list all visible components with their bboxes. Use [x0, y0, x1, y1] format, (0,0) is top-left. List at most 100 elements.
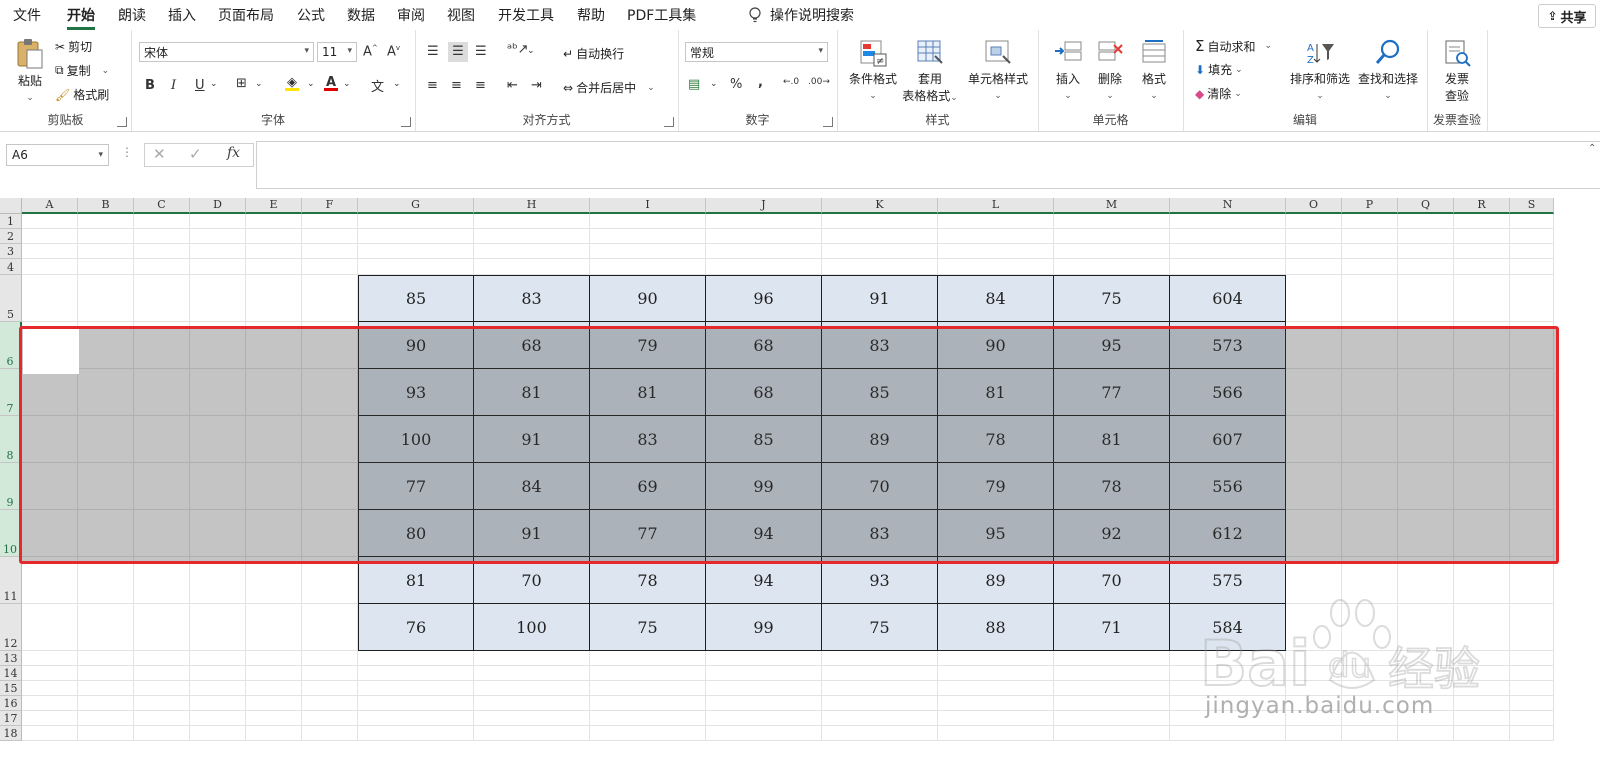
font-size-dropdown[interactable]: 11 ▾	[317, 42, 357, 62]
column-header-R[interactable]: R	[1454, 198, 1510, 214]
column-header-O[interactable]: O	[1286, 198, 1342, 214]
phonetic-icon[interactable]: 文	[371, 76, 384, 95]
row-header-2[interactable]: 2	[0, 229, 22, 244]
column-header-G[interactable]: G	[358, 198, 474, 214]
chevron-down-icon[interactable]: ⌄	[393, 79, 401, 89]
increase-decimal-icon[interactable]: ←.0	[783, 77, 799, 87]
table-cell[interactable]: 99	[706, 604, 822, 651]
row-header-18[interactable]: 18	[0, 726, 22, 741]
formula-bar-handle-icon[interactable]: ⋮	[121, 145, 133, 159]
table-cell[interactable]: 90	[590, 275, 706, 322]
autosum-button[interactable]: Σ 自动求和 ⌄	[1195, 37, 1272, 55]
align-bottom-icon[interactable]: ☰	[475, 44, 487, 59]
decrease-font-icon[interactable]: Av	[387, 44, 400, 59]
currency-icon[interactable]: ▤	[688, 77, 700, 92]
table-cell[interactable]: 89	[938, 557, 1054, 604]
column-header-S[interactable]: S	[1510, 198, 1554, 214]
share-button[interactable]: ⇪ 共享	[1538, 4, 1596, 28]
fill-color-icon[interactable]: ◈	[285, 75, 299, 91]
tab-formulas[interactable]: 公式	[297, 5, 325, 25]
delete-cells-button[interactable]: 删除 ⌄	[1090, 38, 1130, 101]
cut-button[interactable]: ✂ 剪切	[55, 38, 92, 55]
table-cell[interactable]: 76	[358, 604, 474, 651]
font-name-dropdown[interactable]: 宋体 ▾	[139, 42, 314, 62]
chevron-down-icon[interactable]: ⌄	[527, 46, 535, 56]
chevron-down-icon[interactable]: ⌄	[210, 79, 218, 89]
row-header-16[interactable]: 16	[0, 696, 22, 711]
table-cell[interactable]: 91	[822, 275, 938, 322]
bold-button[interactable]: B	[145, 78, 155, 93]
table-cell[interactable]: 78	[590, 557, 706, 604]
table-cell[interactable]: 96	[706, 275, 822, 322]
column-header-D[interactable]: D	[190, 198, 246, 214]
row-header-3[interactable]: 3	[0, 244, 22, 259]
column-header-I[interactable]: I	[590, 198, 706, 214]
table-cell[interactable]: 81	[358, 557, 474, 604]
chevron-down-icon[interactable]: ⌄	[343, 79, 351, 89]
column-header-B[interactable]: B	[78, 198, 134, 214]
align-right-icon[interactable]: ≡	[475, 78, 486, 93]
orientation-icon[interactable]: ᵃᵇ↗	[507, 42, 529, 57]
chevron-down-icon[interactable]: ⌄	[307, 79, 315, 89]
table-cell[interactable]: 88	[938, 604, 1054, 651]
format-as-table-button[interactable]: 套用 表格格式⌄	[899, 38, 961, 104]
row-header-14[interactable]: 14	[0, 666, 22, 681]
table-cell[interactable]: 75	[822, 604, 938, 651]
row-header-1[interactable]: 1	[0, 214, 22, 229]
cell-styles-button[interactable]: 单元格样式 ⌄	[963, 38, 1033, 101]
table-cell[interactable]: 94	[706, 557, 822, 604]
table-cell[interactable]: 83	[474, 275, 590, 322]
percent-button[interactable]: %	[730, 77, 742, 92]
column-header-P[interactable]: P	[1342, 198, 1398, 214]
align-left-icon[interactable]: ≡	[427, 78, 438, 93]
underline-button[interactable]: U	[195, 78, 205, 93]
invoice-check-button[interactable]: 发票 查验	[1435, 38, 1479, 104]
tab-help[interactable]: 帮助	[577, 5, 605, 25]
scrollbar-top[interactable]	[1560, 198, 1600, 214]
format-cells-button[interactable]: 格式 ⌄	[1134, 38, 1174, 101]
decrease-decimal-icon[interactable]: .00→	[808, 77, 830, 87]
tab-review[interactable]: 审阅	[397, 5, 425, 25]
find-select-button[interactable]: 查找和选择 ⌄	[1355, 38, 1421, 101]
tab-file[interactable]: 文件	[13, 5, 41, 25]
table-cell[interactable]: 70	[474, 557, 590, 604]
tab-read-aloud[interactable]: 朗读	[118, 5, 146, 25]
alignment-launcher-icon[interactable]	[664, 117, 674, 127]
confirm-icon[interactable]: ✓	[189, 145, 202, 163]
font-color-icon[interactable]: A	[324, 75, 338, 91]
row-header-13[interactable]: 13	[0, 651, 22, 666]
clipboard-launcher-icon[interactable]	[117, 117, 127, 127]
align-middle-icon[interactable]: ☰	[448, 42, 468, 62]
comma-button[interactable]: ,	[758, 75, 763, 90]
lightbulb-icon[interactable]	[748, 7, 762, 23]
column-header-L[interactable]: L	[938, 198, 1054, 214]
cancel-icon[interactable]: ✕	[153, 145, 166, 163]
insert-cells-button[interactable]: 插入 ⌄	[1048, 38, 1088, 101]
tab-insert[interactable]: 插入	[168, 5, 196, 25]
italic-button[interactable]: I	[171, 78, 176, 93]
column-header-H[interactable]: H	[474, 198, 590, 214]
copy-button[interactable]: ⧉ 复制 ⌄	[55, 62, 109, 79]
table-cell[interactable]: 75	[1054, 275, 1170, 322]
table-cell[interactable]: 70	[1054, 557, 1170, 604]
column-header-F[interactable]: F	[302, 198, 358, 214]
fill-button[interactable]: ⬇ 填充 ⌄	[1195, 61, 1243, 78]
expand-formula-icon[interactable]: ⌃	[1588, 143, 1596, 154]
table-cell[interactable]: 604	[1170, 275, 1286, 322]
tab-pdf-tools[interactable]: PDF工具集	[627, 5, 696, 25]
column-header-M[interactable]: M	[1054, 198, 1170, 214]
wrap-text-button[interactable]: ↵ 自动换行	[563, 45, 624, 62]
formula-input[interactable]	[256, 141, 1600, 189]
increase-font-icon[interactable]: A^	[363, 44, 378, 59]
select-all-corner[interactable]	[0, 198, 22, 214]
font-launcher-icon[interactable]	[401, 117, 411, 127]
tab-home[interactable]: 开始	[67, 5, 95, 30]
chevron-down-icon[interactable]: ⌄	[710, 79, 718, 89]
align-top-icon[interactable]: ☰	[427, 44, 439, 59]
row-header-4[interactable]: 4	[0, 259, 22, 275]
row-header-17[interactable]: 17	[0, 711, 22, 726]
row-header-15[interactable]: 15	[0, 681, 22, 696]
number-format-dropdown[interactable]: 常规 ▾	[685, 42, 828, 62]
chevron-down-icon[interactable]: ⌄	[255, 79, 263, 89]
row-header-5[interactable]: 5	[0, 275, 22, 322]
